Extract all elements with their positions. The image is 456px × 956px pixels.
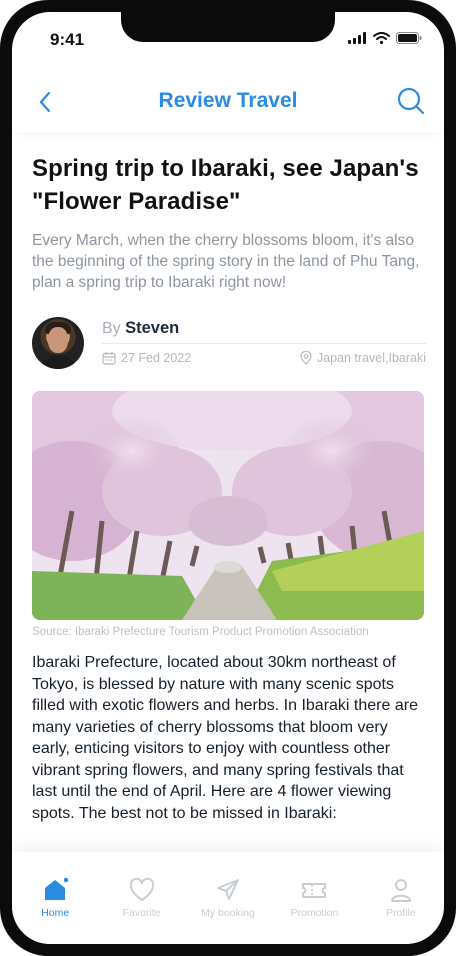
home-icon (45, 876, 70, 900)
tab-favorite[interactable]: Favorite (98, 852, 184, 944)
location-tags: Japan travel,Ibaraki (299, 351, 426, 365)
article-content: Spring trip to Ibaraki, see Japan's "Flo… (32, 152, 426, 824)
person-icon (390, 879, 411, 902)
search-button[interactable] (396, 86, 426, 116)
author-name[interactable]: Steven (125, 319, 179, 337)
calendar-icon (102, 352, 116, 365)
status-icons (348, 32, 422, 44)
tab-profile[interactable]: Profile (358, 852, 444, 944)
article-title: Spring trip to Ibaraki, see Japan's "Flo… (32, 155, 419, 215)
publish-date: 27 Fed 2022 (102, 351, 191, 365)
tab-label-promotion: Promotion (290, 907, 339, 919)
paper-plane-icon (217, 879, 240, 900)
signal-icon (348, 32, 366, 44)
phone-frame: 9:41 Review Travel Spring trip to Ibarak… (0, 0, 456, 956)
tags-text: Japan travel,Ibaraki (316, 351, 426, 365)
tab-label-favorite: Favorite (122, 907, 161, 919)
search-icon (397, 87, 425, 115)
by-label: By (102, 320, 121, 337)
article-body: Ibaraki Prefecture, located about 30km n… (32, 654, 418, 822)
app-header: Review Travel (12, 74, 444, 132)
divider (102, 343, 426, 344)
tab-home[interactable]: Home (12, 852, 98, 944)
battery-icon (396, 32, 422, 44)
avatar[interactable] (32, 317, 84, 369)
article-summary: Every March, when the cherry blossoms bl… (32, 232, 420, 291)
tab-promotion[interactable]: Promotion (271, 852, 357, 944)
ticket-icon (302, 883, 327, 898)
byline: By Steven (102, 319, 179, 338)
article-photo (32, 391, 424, 620)
tab-label-my-booking: My booking (201, 907, 255, 919)
device-notch (121, 12, 335, 42)
location-pin-icon (300, 351, 312, 365)
tab-label-home: Home (41, 907, 70, 919)
photo-caption: Source: Ibaraki Prefecture Tourism Produ… (32, 626, 369, 638)
heart-icon (129, 877, 154, 901)
author-row: By Steven 27 Fed 2022 Japan travel,Ibara… (32, 317, 426, 373)
status-time: 9:41 (50, 30, 85, 49)
page-title: Review Travel (158, 89, 298, 112)
cherry-blossom-photo (32, 391, 424, 620)
date-text: 27 Fed 2022 (121, 351, 192, 365)
tab-my-booking[interactable]: My booking (185, 852, 271, 944)
wifi-icon (373, 32, 390, 44)
bottom-tab-bar: Home Favorite My booking Promotion Profi… (12, 852, 444, 944)
tab-label-profile: Profile (385, 907, 416, 919)
app-screen: 9:41 Review Travel Spring trip to Ibarak… (12, 12, 444, 944)
